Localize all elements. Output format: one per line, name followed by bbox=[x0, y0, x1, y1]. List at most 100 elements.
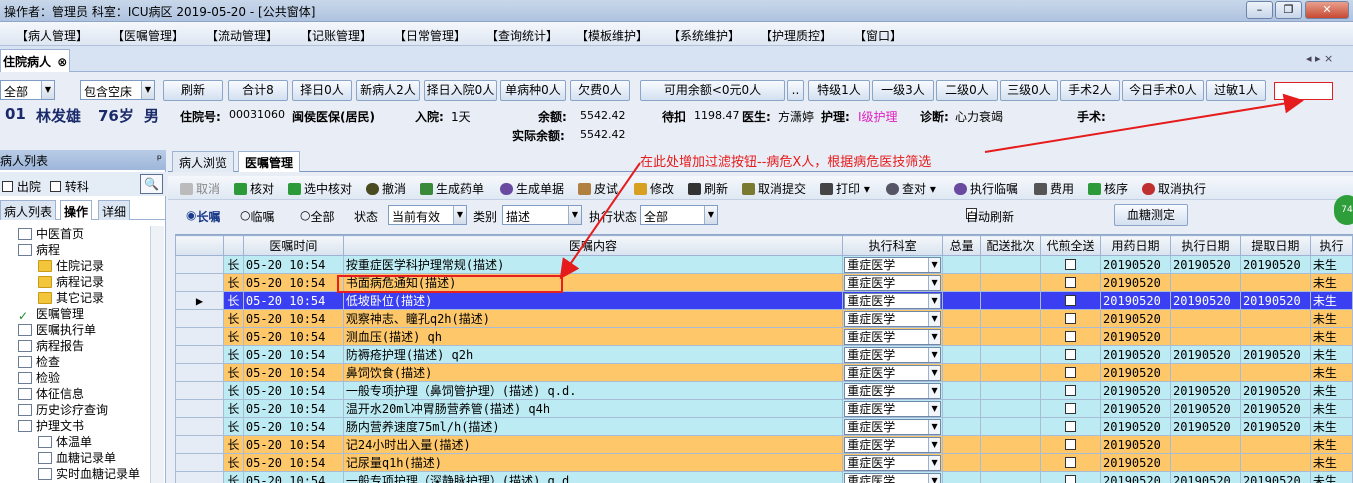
verify-button[interactable]: 核对 bbox=[234, 180, 274, 197]
total-button[interactable]: 合计8 bbox=[228, 80, 288, 101]
menu-query[interactable]: 【查询统计】 bbox=[486, 27, 558, 44]
col-decoct[interactable]: 代煎全送 bbox=[1040, 235, 1102, 256]
tree-item-temp-chart[interactable]: 体温单 bbox=[38, 434, 92, 450]
revoke-button[interactable]: 撤消 bbox=[366, 180, 406, 197]
today-surgery-button[interactable]: 今日手术0人 bbox=[1122, 80, 1204, 101]
tab-scroll-icons[interactable]: ◂ ▸ × bbox=[1306, 52, 1333, 65]
exec-dept-select[interactable]: 重症医学 ▼ bbox=[844, 328, 942, 345]
level2-button[interactable]: 二级0人 bbox=[936, 80, 998, 101]
scheduled-admit-button[interactable]: 择日入院0人 bbox=[424, 80, 497, 101]
tree-scrollbar[interactable] bbox=[150, 226, 164, 483]
col-total[interactable]: 总量 bbox=[942, 235, 982, 256]
gen-bill-button[interactable]: 生成单据 bbox=[500, 180, 564, 197]
transfer-checkbox[interactable]: 转科 bbox=[50, 178, 89, 195]
table-row[interactable]: 长 05-20 10:54 记尿量q1h(描述) 重症医学 ▼ 20190520 未生 bbox=[175, 453, 1353, 472]
exec-dept-select[interactable]: 重症医学 ▼ bbox=[844, 256, 942, 273]
table-row[interactable]: 长 05-20 10:54 记24小时出入量(描述) 重症医学 ▼ 20190520 未生 bbox=[175, 435, 1353, 454]
decoct-checkbox[interactable] bbox=[1065, 474, 1077, 483]
scheduled-button[interactable]: 择日0人 bbox=[292, 80, 352, 101]
menu-template[interactable]: 【模板维护】 bbox=[576, 27, 648, 44]
level1-button[interactable]: 一级3人 bbox=[872, 80, 934, 101]
tab-inpatients[interactable]: 住院病人 ⊗ bbox=[0, 49, 70, 72]
menu-system[interactable]: 【系统维护】 bbox=[668, 27, 740, 44]
exec-state-select[interactable]: 全部 ▼ bbox=[640, 205, 718, 225]
arrears-button[interactable]: 欠费0人 bbox=[570, 80, 630, 101]
cancel-submit-button[interactable]: 取消提交 bbox=[742, 180, 806, 197]
more-button[interactable]: .. bbox=[787, 80, 804, 101]
refresh-button[interactable]: 刷新 bbox=[163, 80, 223, 101]
new-patient-button[interactable]: 新病人2人 bbox=[356, 80, 420, 101]
decoct-checkbox[interactable] bbox=[1065, 294, 1077, 306]
col-order-time[interactable]: 医嘱时间 bbox=[242, 235, 344, 256]
exec-dept-select[interactable]: 重症医学 ▼ bbox=[844, 454, 942, 471]
menu-billing[interactable]: 【记账管理】 bbox=[300, 27, 372, 44]
close-button[interactable]: ✕ bbox=[1305, 1, 1349, 19]
tab-order-mgmt[interactable]: 医嘱管理 bbox=[238, 151, 301, 172]
table-row[interactable]: 长 05-20 10:54 按重症医学科护理常规(描述) 重症医学 ▼ 20190520 2… bbox=[175, 255, 1353, 274]
exec-temp-order-button[interactable]: 执行临嘱 bbox=[954, 180, 1018, 197]
pin-icon[interactable]: ᵖ bbox=[157, 152, 162, 166]
scope-select[interactable]: 全部 ▼ bbox=[0, 80, 55, 100]
floating-badge[interactable]: 74 bbox=[1334, 195, 1353, 225]
refresh-orders-button[interactable]: 刷新 bbox=[688, 180, 728, 197]
decoct-checkbox[interactable] bbox=[1065, 348, 1077, 360]
restore-button[interactable]: ❐ bbox=[1275, 1, 1302, 19]
fee-button[interactable]: 费用 bbox=[1034, 180, 1074, 197]
col-batch[interactable]: 配送批次 bbox=[980, 235, 1042, 256]
long-term-radio[interactable]: ◉ 长嘱 bbox=[186, 208, 221, 224]
available-balance-button[interactable]: 可用余额<0元0人 bbox=[640, 80, 785, 101]
temporary-radio[interactable]: ○ 临嘱 bbox=[240, 208, 275, 224]
state-select[interactable]: 当前有效 ▼ bbox=[388, 205, 467, 225]
exec-dept-select[interactable]: 重症医学 ▼ bbox=[844, 472, 942, 483]
tree-item-nursing-docs[interactable]: 护理文书 bbox=[18, 418, 84, 434]
menu-order[interactable]: 【医嘱管理】 bbox=[112, 27, 184, 44]
tree-item-order-exec[interactable]: 医嘱执行单 bbox=[18, 322, 96, 338]
verify-order-button[interactable]: 核序 bbox=[1088, 180, 1128, 197]
tab-patient-browse[interactable]: 病人浏览 bbox=[172, 151, 235, 172]
table-row[interactable]: ▶ 长 05-20 10:54 低坡卧位(描述) 重症医学 ▼ 20190520 201905… bbox=[175, 291, 1353, 310]
all-radio[interactable]: ○ 全部 bbox=[300, 208, 335, 224]
menu-window[interactable]: 【窗口】 bbox=[854, 27, 902, 44]
col-exec-status[interactable]: 执行 bbox=[1309, 235, 1353, 256]
col-fetch-date[interactable]: 提取日期 bbox=[1239, 235, 1311, 256]
table-row[interactable]: 长 05-20 10:54 温开水20ml冲胃肠营养管(描述) q4h 重症医学 ▼ 20… bbox=[175, 399, 1353, 418]
menu-nursing-qc[interactable]: 【护理质控】 bbox=[760, 27, 832, 44]
exec-dept-select[interactable]: 重症医学 ▼ bbox=[844, 436, 942, 453]
type-select[interactable]: 描述 ▼ bbox=[502, 205, 582, 225]
exec-dept-select[interactable]: 重症医学 ▼ bbox=[844, 310, 942, 327]
search-icon[interactable]: 🔍 bbox=[140, 174, 163, 194]
tree-item-exam[interactable]: 检查 bbox=[18, 354, 60, 370]
level3-button[interactable]: 三级0人 bbox=[1000, 80, 1058, 101]
decoct-checkbox[interactable] bbox=[1065, 276, 1077, 288]
tab-patient-list[interactable]: 病人列表 bbox=[0, 200, 57, 220]
tree-item-course-record[interactable]: 病程记录 bbox=[38, 274, 104, 290]
single-disease-button[interactable]: 单病种0人 bbox=[500, 80, 566, 101]
skin-test-button[interactable]: 皮试 bbox=[578, 180, 618, 197]
menu-daily[interactable]: 【日常管理】 bbox=[394, 27, 466, 44]
minimize-button[interactable]: – bbox=[1246, 1, 1273, 19]
tab-details[interactable]: 详细 bbox=[98, 200, 131, 220]
exec-dept-select[interactable]: 重症医学 ▼ bbox=[844, 274, 942, 291]
decoct-checkbox[interactable] bbox=[1065, 366, 1077, 378]
tree-item-other-record[interactable]: 其它记录 bbox=[38, 290, 104, 306]
exec-dept-select[interactable]: 重症医学 ▼ bbox=[844, 382, 942, 399]
decoct-checkbox[interactable] bbox=[1065, 438, 1077, 450]
exec-dept-select[interactable]: 重症医学 ▼ bbox=[844, 346, 942, 363]
decoct-checkbox[interactable] bbox=[1065, 456, 1077, 468]
cancel-exec-button[interactable]: 取消执行 bbox=[1142, 180, 1206, 197]
surgery-button[interactable]: 手术2人 bbox=[1060, 80, 1120, 101]
close-tab-icon[interactable]: ⊗ bbox=[57, 55, 67, 69]
col-med-date[interactable]: 用药日期 bbox=[1100, 235, 1171, 256]
tree-item-history[interactable]: 历史诊疗查询 bbox=[18, 402, 108, 418]
cancel-button[interactable]: 取消 bbox=[180, 180, 220, 197]
exec-dept-select[interactable]: 重症医学 ▼ bbox=[844, 400, 942, 417]
tree-item-glucose-record[interactable]: 血糖记录单 bbox=[38, 450, 116, 466]
exec-dept-select[interactable]: 重症医学 ▼ bbox=[844, 418, 942, 435]
table-row[interactable]: 长 05-20 10:54 测血压(描述) qh 重症医学 ▼ 20190520 未生 bbox=[175, 327, 1353, 346]
bed-select[interactable]: 包含空床 ▼ bbox=[80, 80, 155, 100]
col-exec-date[interactable]: 执行日期 bbox=[1169, 235, 1241, 256]
decoct-checkbox[interactable] bbox=[1065, 420, 1077, 432]
exec-dept-select[interactable]: 重症医学 ▼ bbox=[844, 364, 942, 381]
tree-item-tcm-home[interactable]: 中医首页 bbox=[18, 226, 84, 242]
tree-item-admission-record[interactable]: 住院记录 bbox=[38, 258, 104, 274]
